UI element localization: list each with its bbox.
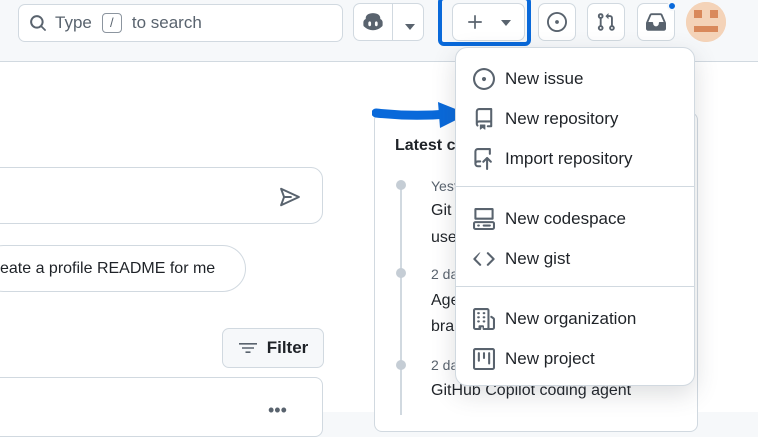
timeline-dot [396, 360, 406, 370]
repo-push-icon [474, 148, 492, 170]
inbox-icon [646, 13, 666, 31]
chevron-down-icon[interactable] [404, 18, 416, 36]
timeline-line [400, 185, 402, 415]
avatar[interactable] [686, 2, 726, 42]
changelog-link[interactable]: Git [431, 202, 451, 220]
global-header: Type / to search [0, 0, 758, 47]
organization-icon [473, 308, 495, 330]
menu-item-new-organization[interactable]: New organization [456, 299, 694, 339]
project-icon [473, 348, 495, 370]
menu-item-label: New codespace [505, 209, 626, 228]
menu-item-label: New gist [505, 249, 571, 268]
search-input[interactable]: Type / to search [18, 4, 343, 42]
copilot-icon[interactable] [362, 11, 384, 38]
menu-divider [456, 286, 694, 287]
menu-item-label: New project [505, 349, 595, 368]
filter-label: Filter [266, 338, 309, 357]
menu-item-label: New repository [505, 109, 619, 128]
filter-icon [238, 343, 257, 353]
changelog-link[interactable]: use [431, 229, 457, 247]
menu-item-label: New organization [505, 309, 637, 328]
issue-opened-icon [547, 12, 567, 32]
repo-icon [475, 108, 493, 130]
codespaces-icon [473, 208, 495, 230]
menu-divider [456, 186, 694, 187]
create-new-dropdown-menu: New issue New repository Import reposito… [455, 47, 695, 386]
issue-opened-icon [473, 68, 495, 90]
menu-item-new-gist[interactable]: New gist [456, 239, 694, 279]
notification-indicator [667, 1, 677, 11]
menu-item-import-repository[interactable]: Import repository [456, 139, 694, 179]
issues-button[interactable] [538, 3, 576, 41]
menu-item-new-codespace[interactable]: New codespace [456, 199, 694, 239]
annotation-highlight-box [438, 0, 531, 46]
code-icon [473, 252, 495, 266]
menu-item-label: Import repository [505, 149, 633, 168]
menu-item-label: New issue [505, 69, 584, 88]
latest-changes-title: Latest c [395, 137, 456, 154]
copilot-chat-input[interactable] [0, 167, 323, 224]
search-placeholder-prefix: Type [55, 13, 92, 32]
search-placeholder-suffix: to search [131, 13, 202, 32]
menu-item-new-issue[interactable]: New issue [456, 59, 694, 99]
kebab-horizontal-icon[interactable]: ••• [268, 400, 287, 421]
menu-item-new-project[interactable]: New project [456, 339, 694, 379]
filter-button[interactable]: Filter [222, 328, 324, 368]
suggestion-chip[interactable]: eate a profile README for me [0, 245, 246, 292]
search-shortcut-key: / [101, 13, 122, 33]
changelog-link[interactable]: bra [431, 318, 454, 336]
timeline-dot [396, 180, 406, 190]
changelog-date: Yest [431, 178, 458, 194]
copilot-button-group[interactable] [353, 3, 424, 41]
search-icon [30, 15, 46, 31]
pull-requests-button[interactable] [587, 3, 625, 41]
send-icon[interactable] [279, 186, 301, 213]
timeline-dot [396, 268, 406, 278]
button-separator [392, 4, 393, 40]
git-pull-request-icon [597, 12, 615, 31]
menu-item-new-repository[interactable]: New repository [456, 99, 694, 139]
